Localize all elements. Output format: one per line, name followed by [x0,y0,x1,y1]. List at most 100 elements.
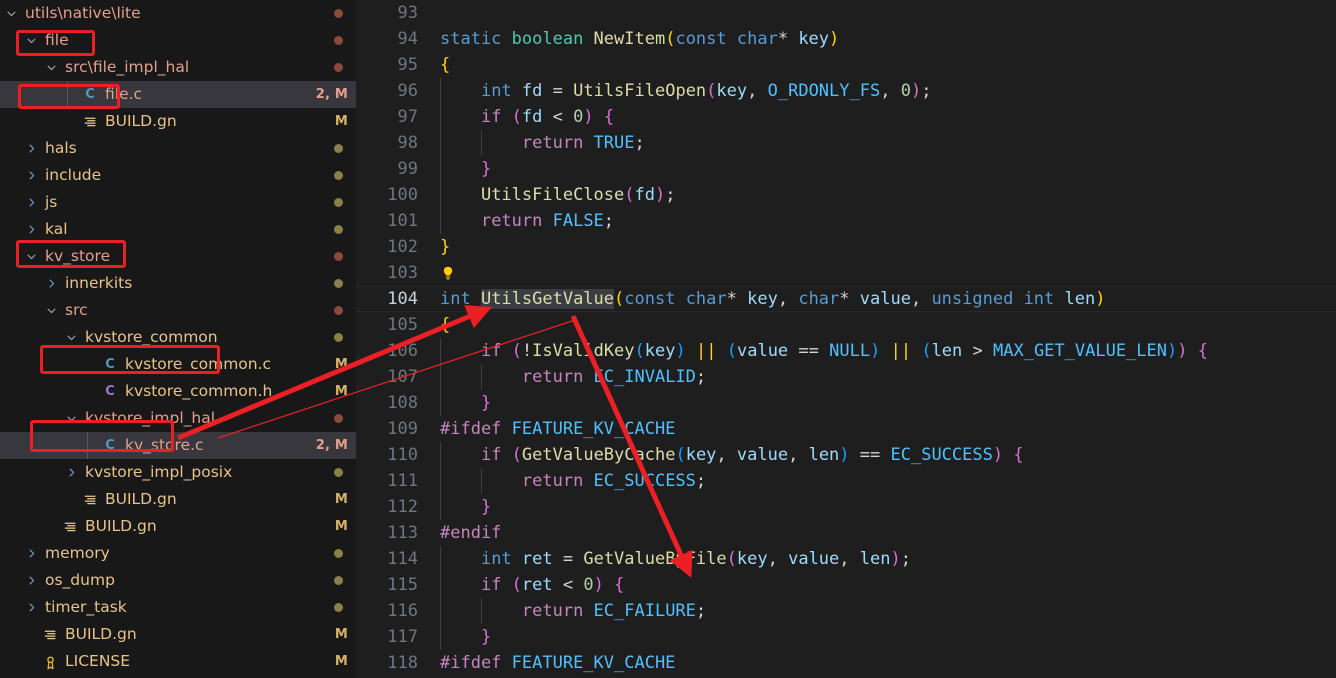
code-token: int [480,81,522,101]
lightbulb-icon[interactable] [440,264,456,280]
tree-item-kvstore-impl-posix[interactable]: kvstore_impl_posix [0,459,356,486]
code-line-active[interactable]: 104 int UtilsGetValue(const char* key, ch… [356,286,1336,312]
code-text: return EC_INVALID; [440,364,1336,390]
code-token: fd [521,107,553,127]
chevron-down-icon[interactable] [42,62,60,73]
tree-item-label: file [45,31,69,49]
tree-item-memory[interactable]: memory [0,540,356,567]
code-line[interactable]: 93 [356,0,1336,26]
tree-item-include[interactable]: include [0,162,356,189]
tree-item-label: kv_store [45,247,111,265]
code-line[interactable]: 118 #ifdef FEATURE_KV_CACHE [356,650,1336,676]
code-token: unsigned [931,289,1024,309]
code-line[interactable]: 115 if (ret < 0) { [356,572,1336,598]
tree-item-os-dump[interactable]: os_dump [0,567,356,594]
code-line[interactable]: 99 } [356,156,1336,182]
chevron-right-icon[interactable] [22,143,40,154]
code-line[interactable]: 96 int fd = UtilsFileOpen(key, O_RDONLY_… [356,78,1336,104]
chevron-right-icon[interactable] [22,575,40,586]
tree-item-hals[interactable]: hals [0,135,356,162]
code-token: ; [695,367,707,387]
chevron-down-icon[interactable] [22,251,40,262]
chevron-right-icon[interactable] [62,467,80,478]
tree-item-license[interactable]: LICENSE M [0,648,356,675]
folder-status-dot [334,306,343,315]
code-token: if [480,575,512,595]
tree-item-src[interactable]: src [0,297,356,324]
code-text: static boolean NewItem(const char* key) [440,26,1336,52]
code-token: { [440,315,451,335]
code-line[interactable]: 100 UtilsFileClose(fd); [356,182,1336,208]
tree-item-kvstore-common-h[interactable]: Ckvstore_common.h M [0,378,356,405]
code-line[interactable]: 103 [356,260,1336,286]
line-number: 116 [387,601,418,621]
code-line[interactable]: 117 } [356,624,1336,650]
code-token: FEATURE_KV_CACHE [511,653,676,673]
code-line[interactable]: 105 { [356,312,1336,338]
code-token: IsValidKey [532,341,635,361]
code-line[interactable]: 112 } [356,494,1336,520]
tree-item-kal[interactable]: kal [0,216,356,243]
folder-status-dot [334,198,343,207]
code-text: } [440,390,1336,416]
code-line[interactable]: 111 return EC_SUCCESS; [356,468,1336,494]
tree-item-label: os_dump [45,571,115,589]
chevron-right-icon[interactable] [22,170,40,181]
code-line[interactable]: 106 if (!IsValidKey(key) || (value == NU… [356,338,1336,364]
tree-item-kvstore-common-c[interactable]: Ckvstore_common.c M [0,351,356,378]
code-line[interactable]: 107 return EC_INVALID; [356,364,1336,390]
tree-item-kv-store[interactable]: kv_store [0,243,356,270]
chevron-down-icon[interactable] [22,35,40,46]
chevron-down-icon[interactable] [42,305,60,316]
code-line[interactable]: 114 int ret = GetValueByFile(key, value,… [356,546,1336,572]
tree-item-build-gn-kvstore[interactable]: BUILD.gn M [0,513,356,540]
code-text: if (ret < 0) { [440,572,1336,598]
code-text: #ifdef FEATURE_KV_CACHE [440,650,1336,676]
code-token: UtilsFileClose [480,185,625,205]
code-line[interactable]: 95 { [356,52,1336,78]
tree-item-utils-native-lite[interactable]: utils\native\lite [0,0,356,27]
tree-item-src-file-impl-hal[interactable]: src\file_impl_hal [0,54,356,81]
tree-item-kv-store-c[interactable]: Ckv_store.c 2, M [0,432,356,459]
tree-item-build-gn-kvstore-src[interactable]: BUILD.gn M [0,486,356,513]
chevron-right-icon[interactable] [22,224,40,235]
code-token: ( [726,549,737,569]
code-editor[interactable]: 93 94 static boolean NewItem(const char* k… [356,0,1336,678]
chevron-right-icon[interactable] [22,197,40,208]
tree-item-build-gn-file[interactable]: BUILD.gn M [0,108,356,135]
code-token: ; [634,133,645,153]
tree-item-build-gn-root[interactable]: BUILD.gn M [0,621,356,648]
tree-guide-line [62,81,80,108]
code-line[interactable]: 116 return EC_FAILURE; [356,598,1336,624]
code-text: #endif [440,520,1336,546]
chevron-right-icon[interactable] [42,278,60,289]
explorer-sidebar[interactable]: utils\native\lite file src\file_impl_hal Cf… [0,0,356,678]
chevron-right-icon[interactable] [22,602,40,613]
code-line[interactable]: 110 if (GetValueByCache(key, value, len)… [356,442,1336,468]
code-line[interactable]: 109 #ifdef FEATURE_KV_CACHE [356,416,1336,442]
tree-item-file-c[interactable]: Cfile.c 2, M [0,81,356,108]
code-line[interactable]: 97 if (fd < 0) { [356,104,1336,130]
tree-item-label: kvstore_common [85,328,218,346]
code-token: NewItem [593,29,666,49]
tree-item-timer-task[interactable]: timer_task [0,594,356,621]
code-token: TRUE [593,133,635,153]
chevron-down-icon[interactable] [62,413,80,424]
tree-item-kvstore-common[interactable]: kvstore_common [0,324,356,351]
chevron-right-icon[interactable] [22,548,40,559]
tree-item-file[interactable]: file [0,27,356,54]
code-line[interactable]: 108 } [356,390,1336,416]
tree-item-js[interactable]: js [0,189,356,216]
code-line[interactable]: 94 static boolean NewItem(const char* key… [356,26,1336,52]
code-line[interactable]: 113 #endif [356,520,1336,546]
code-token: static [440,29,512,49]
code-line[interactable]: 101 return FALSE; [356,208,1336,234]
tree-item-innerkits[interactable]: innerkits [0,270,356,297]
indent-guide [440,546,441,572]
tree-item-kvstore-impl-hal[interactable]: kvstore_impl_hal [0,405,356,432]
code-line[interactable]: 98 return TRUE; [356,130,1336,156]
chevron-down-icon[interactable] [2,8,20,19]
code-line[interactable]: 102} [356,234,1336,260]
code-token: ) [593,575,604,595]
chevron-down-icon[interactable] [62,332,80,343]
